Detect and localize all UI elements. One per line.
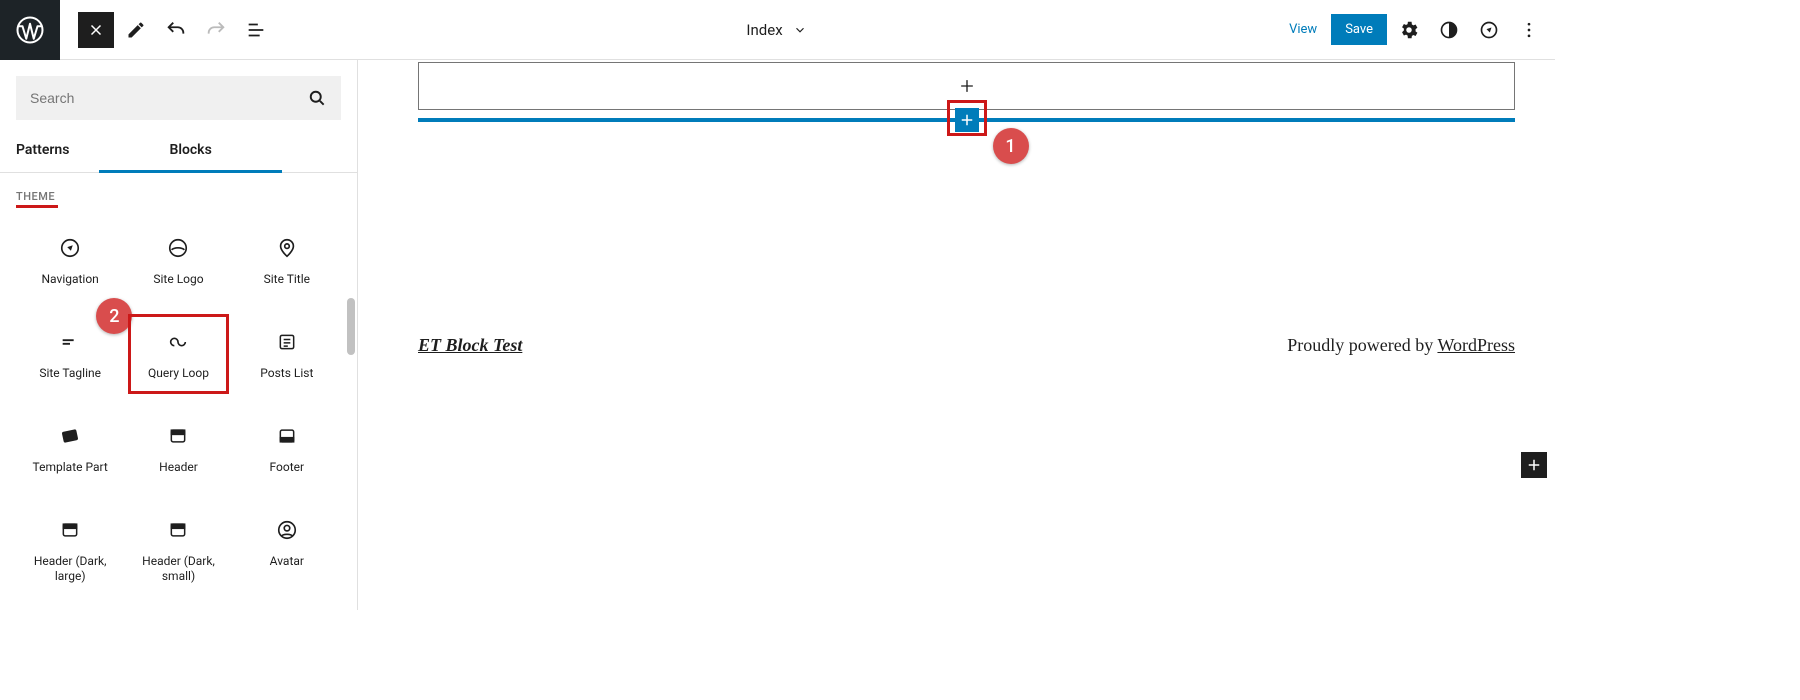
compass-icon [59, 234, 81, 262]
scrollbar-thumb[interactable] [347, 298, 355, 355]
block-inserter-panel: Patterns Blocks THEME Navigation Site Lo… [0, 60, 358, 610]
more-options-button[interactable] [1511, 12, 1547, 48]
wordpress-link[interactable]: WordPress [1437, 335, 1515, 355]
view-link[interactable]: View [1279, 14, 1327, 45]
edit-tool-icon[interactable] [118, 12, 154, 48]
compass-button[interactable] [1471, 12, 1507, 48]
plus-icon [958, 111, 976, 129]
block-site-tagline[interactable]: Site Tagline 2 [16, 312, 124, 406]
search-icon [307, 88, 327, 108]
header-icon [168, 516, 188, 544]
document-title: Index [746, 21, 782, 39]
loop-icon [166, 328, 190, 356]
block-header-dark-small[interactable]: Header (Dark, small) [124, 500, 232, 594]
search-input[interactable] [30, 90, 307, 106]
editor-topbar: Index View Save [0, 0, 1555, 60]
site-title-link[interactable]: ET Block Test [418, 335, 522, 356]
annotation-underline [16, 205, 58, 208]
tagline-icon [59, 328, 81, 356]
block-avatar[interactable]: Avatar [233, 500, 341, 594]
block-template-part[interactable]: Template Part [16, 406, 124, 500]
insert-between-button[interactable] [955, 108, 979, 132]
block-site-logo[interactable]: Site Logo [124, 218, 232, 312]
site-footer-row: ET Block Test Proudly powered by WordPre… [418, 335, 1515, 356]
footer-icon [277, 422, 297, 450]
block-insertion-line: 1 [418, 118, 1515, 122]
plus-icon [957, 76, 977, 96]
empty-block-placeholder[interactable] [418, 62, 1515, 110]
tab-blocks[interactable]: Blocks [99, 128, 281, 172]
block-header-dark-large[interactable]: Header (Dark, large) [16, 500, 124, 594]
list-view-button[interactable] [238, 12, 274, 48]
redo-button[interactable] [198, 12, 234, 48]
styles-button[interactable] [1431, 12, 1467, 48]
avatar-icon [276, 516, 298, 544]
inserter-panel-body: THEME Navigation Site Logo Site Title [0, 173, 357, 610]
template-part-icon [59, 422, 81, 450]
undo-button[interactable] [158, 12, 194, 48]
block-site-title[interactable]: Site Title [233, 218, 341, 312]
map-pin-icon [276, 234, 298, 262]
inserter-tabs: Patterns Blocks [0, 128, 357, 173]
save-button[interactable]: Save [1331, 14, 1387, 45]
annotation-badge-1: 1 [993, 128, 1029, 164]
block-grid: Navigation Site Logo Site Title Site Tag… [16, 218, 341, 594]
footer-credit: Proudly powered by WordPress [1287, 335, 1515, 356]
topbar-right-tools: View Save [1279, 12, 1555, 48]
editor-canvas: 1 ET Block Test Proudly powered by WordP… [358, 60, 1555, 610]
settings-button[interactable] [1391, 12, 1427, 48]
block-query-loop[interactable]: Query Loop [124, 312, 232, 406]
wordpress-logo[interactable] [0, 0, 60, 60]
chevron-down-icon [793, 23, 807, 37]
document-title-dropdown[interactable]: Index [274, 21, 1279, 39]
close-inserter-button[interactable] [78, 12, 114, 48]
floating-add-block-button[interactable] [1521, 452, 1547, 478]
block-footer[interactable]: Footer [233, 406, 341, 500]
plus-icon [1525, 456, 1543, 474]
block-header[interactable]: Header [124, 406, 232, 500]
posts-list-icon [277, 328, 297, 356]
tab-patterns[interactable]: Patterns [0, 128, 99, 172]
section-label-theme: THEME [16, 190, 55, 205]
header-icon [168, 422, 188, 450]
header-icon [60, 516, 80, 544]
search-box[interactable] [16, 76, 341, 120]
block-posts-list[interactable]: Posts List [233, 312, 341, 406]
site-logo-icon [167, 234, 189, 262]
